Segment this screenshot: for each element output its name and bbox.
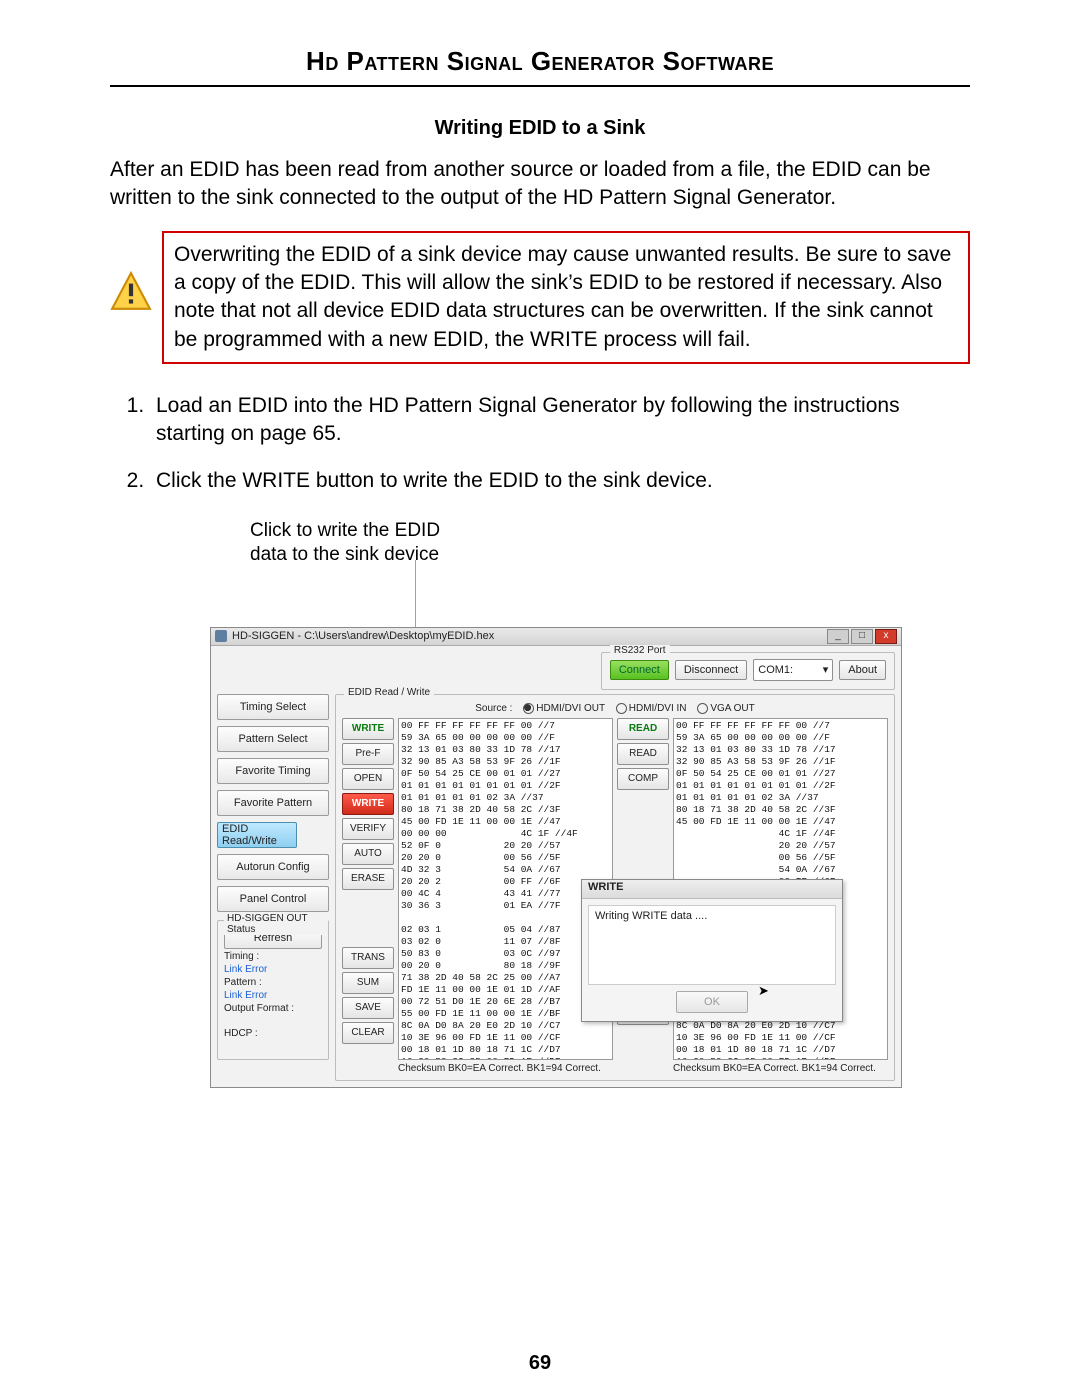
left-write-label: WRITE <box>342 718 394 740</box>
left-clear-button[interactable]: CLEAR <box>342 1022 394 1044</box>
nav-favorite-timing[interactable]: Favorite Timing <box>217 758 329 784</box>
about-button[interactable]: About <box>839 660 886 680</box>
nav-pattern-select[interactable]: Pattern Select <box>217 726 329 752</box>
right-checksum: Checksum BK0=EA Correct. BK1=94 Correct. <box>673 1063 888 1074</box>
nav-panel: Timing Select Pattern Select Favorite Ti… <box>217 694 329 1060</box>
status-group: HD-SIGGEN OUT Status Refresh Timing : Li… <box>217 920 329 1060</box>
chevron-down-icon: ▾ <box>823 663 829 676</box>
read-button[interactable]: READ <box>617 743 669 765</box>
open-button[interactable]: OPEN <box>342 768 394 790</box>
section-heading: Writing EDID to a Sink <box>110 117 970 140</box>
status-hdcp-label: HDCP : <box>224 1028 322 1039</box>
step-item: Click the WRITE button to write the EDID… <box>150 467 970 495</box>
nav-autorun-config[interactable]: Autorun Config <box>217 854 329 880</box>
radio-vga-out-label: VGA OUT <box>710 703 754 714</box>
callout-text: Click to write the EDID data to the sink… <box>250 519 970 567</box>
app-icon <box>215 630 227 642</box>
edid-legend: EDID Read / Write <box>344 687 434 698</box>
page-title: Hd Pattern Signal Generator Software <box>110 40 970 83</box>
write-button[interactable]: WRITE <box>342 793 394 815</box>
intro-text: After an EDID has been read from another… <box>110 156 970 213</box>
dialog-message: Writing WRITE data .... <box>588 905 836 985</box>
connect-button[interactable]: Connect <box>610 660 669 680</box>
erase-button[interactable]: ERASE <box>342 868 394 890</box>
left-sum-button[interactable]: SUM <box>342 972 394 994</box>
window-close-button[interactable]: x <box>875 629 897 644</box>
status-pattern-value: Link Error <box>224 990 322 1001</box>
comp-button[interactable]: COMP <box>617 768 669 790</box>
window-minimize-button[interactable]: _ <box>827 629 849 644</box>
radio-hdmi-in[interactable] <box>616 703 627 714</box>
warning-icon <box>110 271 152 313</box>
page-number: 69 <box>0 1352 1080 1375</box>
radio-hdmi-in-label: HDMI/DVI IN <box>629 703 687 714</box>
dialog-title: WRITE <box>582 880 842 899</box>
status-timing-value: Link Error <box>224 964 322 975</box>
step-item: Load an EDID into the HD Pattern Signal … <box>150 392 970 449</box>
left-button-column: WRITE Pre-F OPEN WRITE VERIFY AUTO ERASE… <box>342 718 394 1074</box>
status-output-label: Output Format : <box>224 1003 322 1014</box>
source-label: Source : <box>475 703 512 714</box>
window-maximize-button[interactable]: □ <box>851 629 873 644</box>
warning-box: Overwriting the EDID of a sink device ma… <box>162 231 970 364</box>
nav-favorite-pattern[interactable]: Favorite Pattern <box>217 790 329 816</box>
write-progress-dialog: WRITE Writing WRITE data .... OK <box>581 879 843 1022</box>
dialog-ok-button[interactable]: OK <box>676 991 748 1013</box>
app-window: HD-SIGGEN - C:\Users\andrew\Desktop\myED… <box>210 627 902 1088</box>
disconnect-button[interactable]: Disconnect <box>675 660 747 680</box>
status-pattern-label: Pattern : <box>224 977 322 988</box>
nav-timing-select[interactable]: Timing Select <box>217 694 329 720</box>
verify-button[interactable]: VERIFY <box>342 818 394 840</box>
status-hdcp-value <box>224 1041 322 1051</box>
nav-edid-readwrite[interactable]: EDID Read/Write <box>217 822 297 848</box>
rs232-group: RS232 Port Connect Disconnect COM1:▾ Abo… <box>601 652 895 690</box>
steps-list: Load an EDID into the HD Pattern Signal … <box>110 392 970 495</box>
left-trans-button[interactable]: TRANS <box>342 947 394 969</box>
radio-hdmi-out-label: HDMI/DVI OUT <box>536 703 605 714</box>
com-port-value: COM1: <box>758 664 793 676</box>
radio-vga-out[interactable] <box>697 703 708 714</box>
window-title-text: HD-SIGGEN - C:\Users\andrew\Desktop\myED… <box>232 630 827 642</box>
nav-panel-control[interactable]: Panel Control <box>217 886 329 912</box>
status-legend: HD-SIGGEN OUT Status <box>224 913 328 935</box>
status-output-value <box>224 1016 322 1026</box>
pref-button[interactable]: Pre-F <box>342 743 394 765</box>
title-rule <box>110 85 970 87</box>
status-timing-label: Timing : <box>224 951 322 962</box>
source-row: Source : HDMI/DVI OUT HDMI/DVI IN VGA OU… <box>342 703 888 714</box>
left-checksum: Checksum BK0=EA Correct. BK1=94 Correct. <box>398 1063 613 1074</box>
right-read-label: READ <box>617 718 669 740</box>
edid-panel: EDID Read / Write Source : HDMI/DVI OUT … <box>335 694 895 1081</box>
auto-button[interactable]: AUTO <box>342 843 394 865</box>
rs232-legend: RS232 Port <box>610 645 670 656</box>
com-port-select[interactable]: COM1: ▾ <box>753 659 833 681</box>
radio-hdmi-out[interactable] <box>523 703 534 714</box>
left-save-button[interactable]: SAVE <box>342 997 394 1019</box>
window-titlebar[interactable]: HD-SIGGEN - C:\Users\andrew\Desktop\myED… <box>211 628 901 646</box>
